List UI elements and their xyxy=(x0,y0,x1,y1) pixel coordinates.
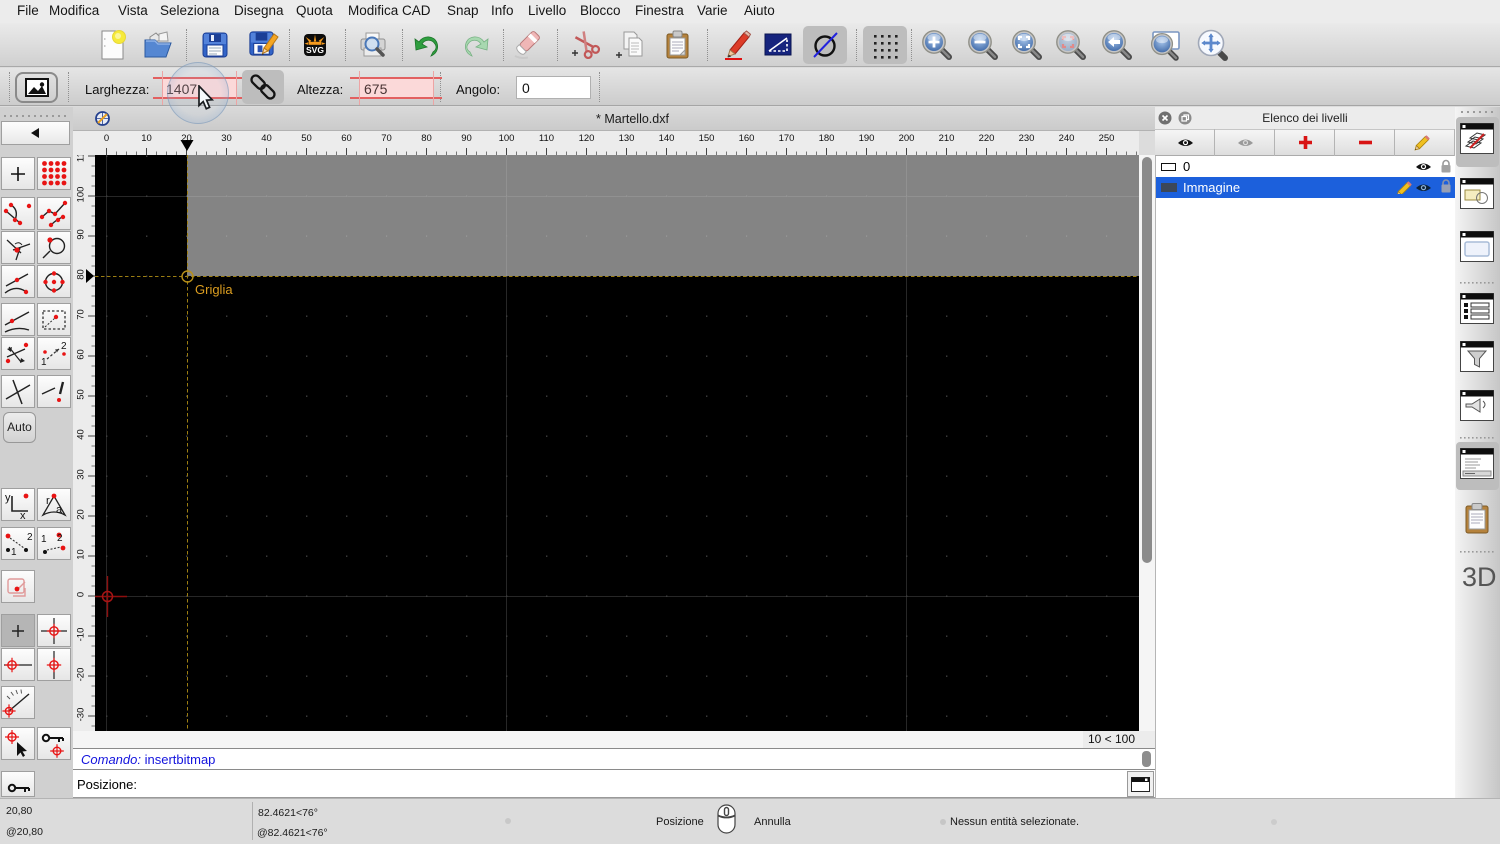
svg-text:Griglia: Griglia xyxy=(195,282,233,297)
svg-text:y: y xyxy=(5,492,11,504)
svg-text:2: 2 xyxy=(27,532,33,543)
svg-text:a: a xyxy=(56,504,63,516)
svg-text:2: 2 xyxy=(61,341,67,352)
svg-text:2: 2 xyxy=(57,533,63,544)
svg-text:1: 1 xyxy=(11,547,17,558)
svg-text:SVG: SVG xyxy=(306,45,324,55)
svg-text:1: 1 xyxy=(41,534,47,545)
svg-text:r: r xyxy=(46,495,50,507)
svg-text:1: 1 xyxy=(41,357,47,368)
